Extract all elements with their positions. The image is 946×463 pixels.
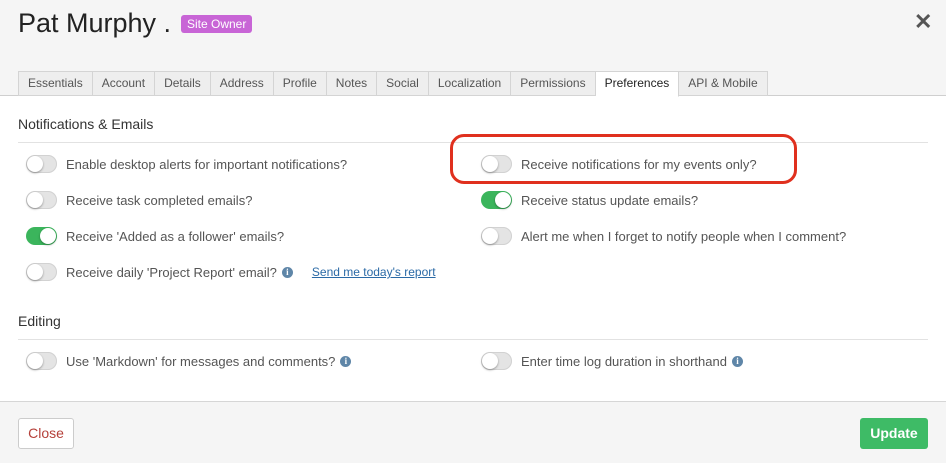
tab-permissions[interactable]: Permissions — [511, 71, 596, 96]
send-report-link[interactable]: Send me today's report — [312, 265, 436, 279]
option-label: Alert me when I forget to notify people … — [521, 228, 847, 244]
option-label: Use 'Markdown' for messages and comments… — [66, 353, 336, 369]
tab-details[interactable]: Details — [155, 71, 211, 96]
option-label: Enter time log duration in shorthand — [521, 353, 727, 369]
status-update-toggle[interactable] — [481, 191, 512, 209]
option-forget-to-notify: Alert me when I forget to notify people … — [481, 226, 846, 246]
forget-to-notify-toggle[interactable] — [481, 227, 512, 245]
option-project-report: Receive daily 'Project Report' email? i … — [26, 262, 436, 282]
added-as-follower-toggle[interactable] — [26, 227, 57, 245]
option-task-completed: Receive task completed emails? — [26, 190, 252, 210]
option-status-update: Receive status update emails? — [481, 190, 698, 210]
option-label: Receive daily 'Project Report' email? — [66, 264, 277, 280]
project-report-toggle[interactable] — [26, 263, 57, 281]
desktop-alerts-toggle[interactable] — [26, 155, 57, 173]
modal-footer: Close Update — [0, 401, 946, 463]
option-time-log-shorthand: Enter time log duration in shorthand i — [481, 351, 743, 371]
markdown-toggle[interactable] — [26, 352, 57, 370]
editing-section-title: Editing — [18, 313, 61, 329]
tab-notes[interactable]: Notes — [326, 71, 378, 96]
tab-localization[interactable]: Localization — [428, 71, 512, 96]
tabs: Essentials Account Details Address Profi… — [18, 71, 768, 97]
info-icon[interactable]: i — [731, 355, 743, 367]
option-markdown: Use 'Markdown' for messages and comments… — [26, 351, 352, 371]
tab-social[interactable]: Social — [377, 71, 429, 96]
option-desktop-alerts: Enable desktop alerts for important noti… — [26, 154, 347, 174]
highlight-annotation — [450, 134, 797, 184]
task-completed-toggle[interactable] — [26, 191, 57, 209]
option-label: Receive task completed emails? — [66, 192, 253, 208]
page-title: Pat Murphy . — [18, 8, 172, 38]
tab-api-mobile[interactable]: API & Mobile — [679, 71, 768, 96]
option-label: Receive 'Added as a follower' emails? — [66, 228, 285, 244]
tab-bar: Essentials Account Details Address Profi… — [0, 52, 946, 97]
divider — [18, 339, 928, 340]
notifications-section-title: Notifications & Emails — [18, 116, 154, 132]
tab-preferences[interactable]: Preferences — [595, 71, 680, 97]
role-badge: Site Owner — [181, 15, 253, 33]
tab-address[interactable]: Address — [210, 71, 274, 96]
tab-profile[interactable]: Profile — [273, 71, 327, 96]
update-button[interactable]: Update — [860, 418, 928, 449]
option-added-as-follower: Receive 'Added as a follower' emails? — [26, 226, 284, 246]
tab-account[interactable]: Account — [92, 71, 156, 96]
info-icon[interactable]: i — [281, 266, 293, 278]
tab-essentials[interactable]: Essentials — [18, 71, 93, 96]
info-icon[interactable]: i — [340, 355, 352, 367]
option-label: Enable desktop alerts for important noti… — [66, 156, 348, 172]
modal-header: Pat Murphy . Site Owner ✕ — [0, 0, 946, 53]
time-log-shorthand-toggle[interactable] — [481, 352, 512, 370]
option-label: Receive status update emails? — [521, 192, 699, 208]
close-button[interactable]: Close — [18, 418, 74, 449]
close-icon[interactable]: ✕ — [914, 10, 932, 34]
